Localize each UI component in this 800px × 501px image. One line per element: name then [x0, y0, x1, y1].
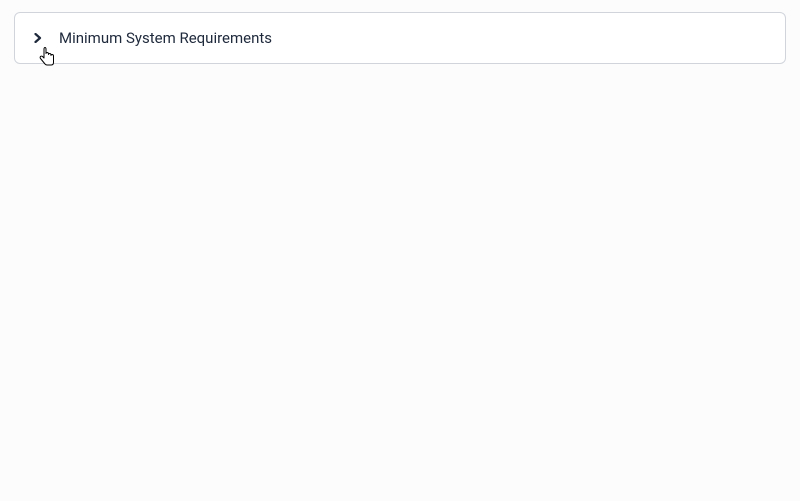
accordion-header[interactable]: Minimum System Requirements: [15, 13, 785, 63]
chevron-right-icon: [33, 33, 43, 43]
accordion-container: Minimum System Requirements: [14, 12, 786, 64]
accordion-title: Minimum System Requirements: [59, 29, 272, 47]
